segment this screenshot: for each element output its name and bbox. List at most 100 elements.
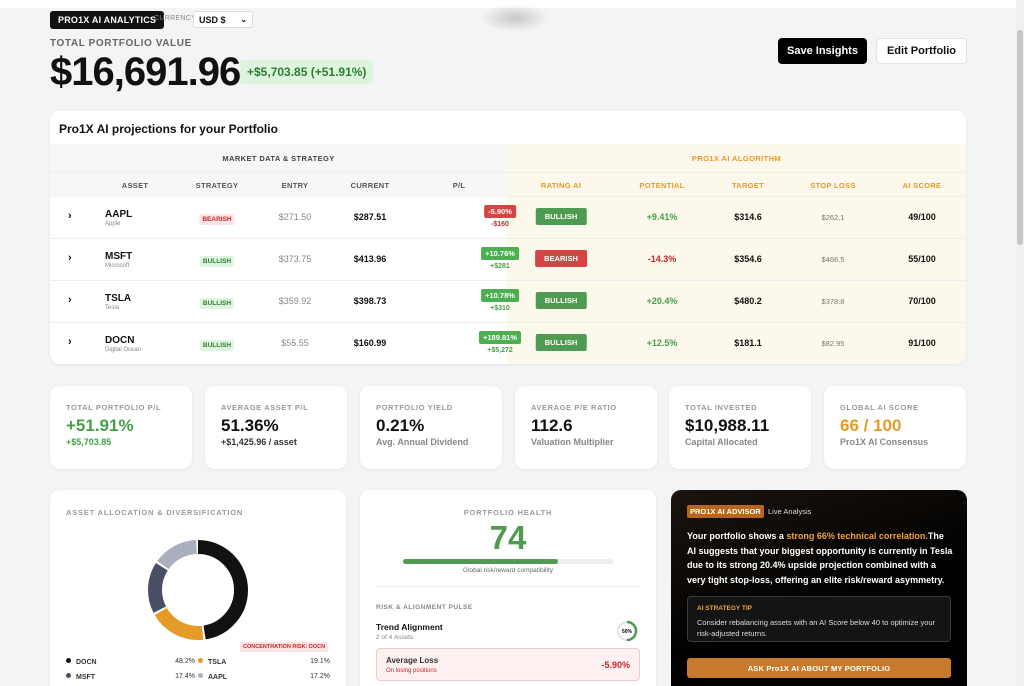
asset-name: Tesla [105, 305, 120, 311]
currency-label: CURRENCY: [154, 15, 198, 22]
health-card: PORTFOLIO HEALTH 74 Global risk/reward c… [360, 490, 656, 686]
col-potential: POTENTIAL [639, 181, 685, 190]
rating-badge: BULLISH [535, 334, 587, 351]
table-row[interactable]: › DOCN Digital Ocean BULLISH $55.55 $160.99 +1… [50, 323, 966, 364]
entry-price: $359.92 [278, 296, 312, 306]
average-loss-box: Average Loss On losing positions -5.90% [376, 648, 640, 681]
asset-ticker: MSFT [105, 251, 133, 262]
pulse-title: RISK & ALIGNMENT PULSE [376, 604, 473, 611]
pl-percent-badge: +189.81% [479, 331, 521, 344]
pl-amount: +$5,272 [487, 347, 513, 354]
stop-loss: $262.1 [821, 213, 845, 222]
table-row[interactable]: › TSLA Tesla BULLISH $359.92 $398.73 +10.78% +$… [50, 281, 966, 323]
target-price: $314.6 [734, 212, 762, 222]
trend-ring: 50% [616, 620, 638, 642]
asset-name: Digital Ocean [105, 347, 142, 353]
legend-dot [198, 658, 203, 663]
group-market-header: MARKET DATA & STRATEGY [50, 144, 507, 172]
currency-select[interactable]: USD $ ⌄ [193, 11, 253, 28]
legend-label: AAPL [208, 674, 228, 681]
legend-dot [66, 673, 71, 678]
ask-ai-button[interactable]: ASK Pro1X AI ABOUT MY PORTFOLIO [687, 658, 951, 678]
rating-badge: BEARISH [535, 250, 587, 267]
potential-value: +20.4% [646, 296, 678, 306]
ai-score: 55/100 [908, 254, 936, 264]
allocation-title: ASSET ALLOCATION & DIVERSIFICATION [66, 508, 244, 517]
strategy-badge: BEARISH [199, 214, 235, 225]
pl-percent-badge: -5.90% [484, 205, 516, 218]
legend-value: 17.4% [175, 673, 195, 680]
strategy-tip-box: AI STRATEGY TIP Consider rebalancing ass… [687, 596, 951, 642]
legend-label: MSFT [76, 674, 96, 681]
expand-chevron-icon[interactable]: › [68, 336, 72, 348]
pl-amount: +$310 [490, 305, 510, 312]
current-price: $287.51 [353, 212, 387, 222]
stat-card-total-pl: TOTAL PORTFOLIO P/L +51.91% +$5,703.85 [50, 386, 192, 469]
potential-value: +9.41% [646, 212, 678, 222]
save-insights-button[interactable]: Save Insights [778, 38, 867, 64]
expand-chevron-icon[interactable]: › [68, 210, 72, 222]
portfolio-value-label: TOTAL PORTFOLIO VALUE [50, 38, 192, 49]
stat-label: AVERAGE P/E RATIO [531, 403, 617, 412]
asset-ticker: DOCN [105, 335, 135, 346]
stat-value: +51.91% [66, 416, 134, 435]
pl-amount: -$160 [491, 221, 509, 228]
projections-card: Pro1X AI projections for your Portfolio … [50, 111, 966, 364]
health-bar-fill [403, 559, 559, 564]
legend-item: MSFT [66, 673, 95, 681]
portfolio-value: $16,691.96 [50, 50, 241, 94]
legend-item: AAPL [198, 673, 227, 681]
rating-badge: BULLISH [535, 292, 587, 309]
stat-subtext: Pro1X AI Consensus [840, 437, 929, 447]
currency-value: USD $ [199, 15, 226, 25]
legend-item: DOCN [66, 658, 97, 666]
trend-alignment-sub: 2 of 4 Assets [376, 634, 414, 641]
edit-portfolio-button[interactable]: Edit Portfolio [876, 38, 967, 64]
projections-title: Pro1X AI projections for your Portfolio [59, 122, 278, 136]
health-bar [403, 559, 613, 564]
ai-score: 91/100 [908, 338, 936, 348]
col-pl: P/L [452, 181, 466, 190]
stat-card-avg-asset-pl: AVERAGE ASSET P/L 51.36% +$1,425.96 / asse… [205, 386, 347, 469]
col-ai-score: AI SCORE [902, 181, 942, 190]
strategy-badge: BULLISH [199, 298, 235, 309]
legend-value: 48.2% [175, 658, 195, 665]
stat-card-total-invested: TOTAL INVESTED $10,988.11 Capital Allocate… [669, 386, 811, 469]
expand-chevron-icon[interactable]: › [68, 294, 72, 306]
stat-value: 51.36% [221, 416, 279, 435]
scrollbar[interactable] [1016, 0, 1024, 686]
health-score: 74 [489, 519, 527, 556]
divider [376, 586, 640, 587]
table-row[interactable]: › MSFT Microsoft BULLISH $373.75 $413.96 +10.7… [50, 239, 966, 281]
health-subtitle: Global risk/reward compatibility [463, 567, 553, 574]
stat-value: 112.6 [531, 416, 573, 435]
health-title: PORTFOLIO HEALTH [463, 508, 553, 517]
entry-price: $55.55 [281, 338, 309, 348]
stat-label: PORTFOLIO YIELD [376, 403, 453, 412]
stat-subtext: Valuation Multiplier [531, 437, 614, 447]
stat-card-global-ai-score: GLOBAL AI SCORE 66 / 100 Pro1X AI Consensu… [824, 386, 966, 469]
stop-loss: $466.5 [821, 255, 845, 264]
potential-value: +12.5% [646, 338, 678, 348]
current-price: $413.96 [353, 254, 387, 264]
stat-label: TOTAL INVESTED [685, 403, 758, 412]
stat-label: GLOBAL AI SCORE [840, 403, 919, 412]
stop-loss: $82.95 [821, 339, 845, 348]
legend-label: TSLA [208, 659, 227, 666]
legend-label: DOCN [76, 659, 97, 666]
strategy-badge: BULLISH [199, 340, 235, 351]
allocation-card: ASSET ALLOCATION & DIVERSIFICATION CONCE… [50, 490, 346, 686]
potential-value: -14.3% [647, 254, 677, 264]
table-row[interactable]: › AAPL Apple BEARISH $271.50 $287.51 -5.90% -$1… [50, 197, 966, 239]
scrollbar-thumb[interactable] [1017, 30, 1023, 245]
legend-dot [66, 658, 71, 663]
col-strategy: STRATEGY [195, 181, 239, 190]
asset-ticker: TSLA [105, 293, 132, 304]
advisor-tag: PRO1X AI ADVISOR [687, 505, 764, 518]
legend-item: TSLA [198, 658, 226, 666]
decorative-blur [480, 4, 550, 32]
expand-chevron-icon[interactable]: › [68, 252, 72, 264]
brand-badge: PRO1X AI ANALYTICS [50, 11, 165, 29]
trend-ring-label: 50% [622, 629, 633, 635]
stat-card-portfolio-yield: PORTFOLIO YIELD 0.21% Avg. Annual Dividend [360, 386, 502, 469]
